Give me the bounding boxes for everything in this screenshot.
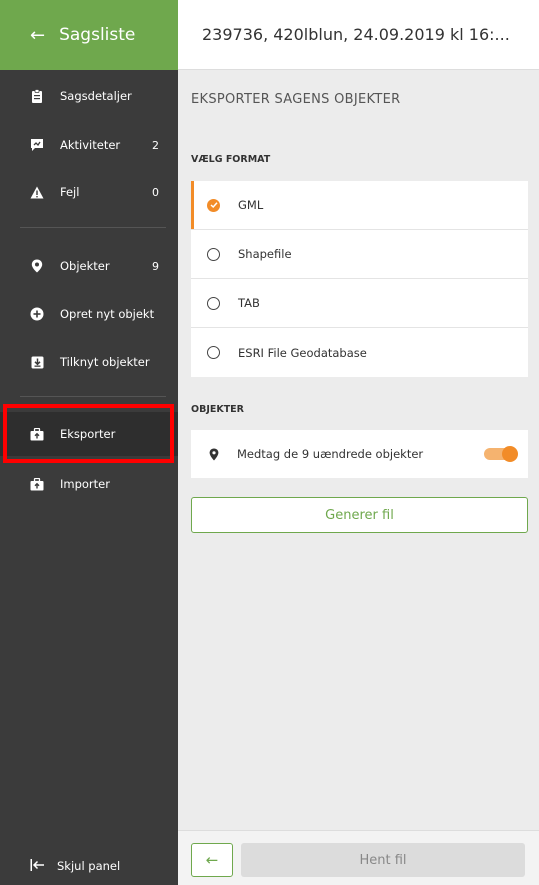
back-to-case-list[interactable]: ← Sagsliste <box>0 0 178 70</box>
map-pin-icon <box>30 259 44 273</box>
arrow-left-icon: ← <box>205 851 219 869</box>
fetch-file-button[interactable]: Hent fil <box>241 843 525 877</box>
sidebar-item-label: Sagsdetaljer <box>60 89 132 103</box>
download-box-icon <box>30 355 44 369</box>
case-title: 239736, 420lblun, 24.09.2019 kl 16:... <box>202 25 510 44</box>
format-option-label: Shapefile <box>238 247 292 261</box>
hide-panel-label: Skjul panel <box>57 859 121 873</box>
format-option-tab[interactable]: TAB <box>191 279 528 328</box>
generate-file-button[interactable]: Generer fil <box>191 497 528 533</box>
objects-count: 9 <box>152 259 159 273</box>
radio-icon[interactable] <box>207 346 220 359</box>
page-header: 239736, 420lblun, 24.09.2019 kl 16:... <box>178 0 539 70</box>
plus-circle-icon <box>30 307 44 321</box>
warning-icon <box>30 185 44 199</box>
format-list: GML Shapefile TAB ESRI File Geodatabase <box>191 181 528 377</box>
sidebar-divider <box>20 227 166 228</box>
arrow-left-icon: ← <box>30 24 46 46</box>
include-unchanged-objects-row: Medtag de 9 uændrede objekter <box>191 430 528 478</box>
sidebar-item-case-details[interactable]: Sagsdetaljer <box>0 74 178 118</box>
sidebar-item-label: Importer <box>60 477 110 491</box>
sidebar-item-label: Eksporter <box>60 427 116 441</box>
sidebar-item-export[interactable]: Eksporter <box>0 412 178 456</box>
format-option-label: TAB <box>238 296 260 310</box>
collapse-left-icon <box>30 857 45 875</box>
format-option-label: GML <box>238 198 264 212</box>
radio-icon[interactable] <box>207 296 220 310</box>
sidebar-item-import[interactable]: Importer <box>0 462 178 506</box>
sidebar-item-objects[interactable]: Objekter 9 <box>0 244 178 288</box>
sidebar-item-activities[interactable]: Aktiviteter 2 <box>0 123 178 167</box>
activity-icon <box>30 138 44 152</box>
back-button[interactable]: ← <box>191 843 233 877</box>
include-objects-label: Medtag de 9 uændrede objekter <box>237 447 424 461</box>
radio-icon[interactable] <box>207 247 220 261</box>
sidebar: ← Sagsliste Sagsdetaljer Aktiviteter 2 F… <box>0 0 178 885</box>
radio-checked-icon[interactable] <box>207 198 220 212</box>
format-option-esri-gdb[interactable]: ESRI File Geodatabase <box>191 328 528 377</box>
toggle-knob <box>502 446 518 462</box>
sidebar-item-label: Opret nyt objekt <box>60 307 155 321</box>
sidebar-item-label: Aktiviteter <box>60 138 121 152</box>
include-objects-toggle[interactable] <box>484 446 518 462</box>
export-icon <box>30 427 44 441</box>
sidebar-item-create-object[interactable]: Opret nyt objekt <box>0 292 178 336</box>
sidebar-item-attach-objects[interactable]: Tilknyt objekter <box>0 340 178 384</box>
format-section-label: VÆLG FORMAT <box>191 154 271 165</box>
map-pin-icon <box>209 448 219 461</box>
sidebar-item-label: Objekter <box>60 259 110 273</box>
objects-section-label: OBJEKTER <box>191 404 244 415</box>
import-icon <box>30 477 44 491</box>
back-label: Sagsliste <box>59 25 136 45</box>
hide-panel-button[interactable]: Skjul panel <box>30 857 120 875</box>
footer-bar: ← Hent fil <box>178 830 539 885</box>
sidebar-item-label: Fejl <box>60 185 80 199</box>
format-option-shapefile[interactable]: Shapefile <box>191 230 528 279</box>
format-option-gml[interactable]: GML <box>191 181 528 230</box>
format-option-label: ESRI File Geodatabase <box>238 345 367 360</box>
activities-count: 2 <box>152 138 159 152</box>
clipboard-icon <box>30 89 44 103</box>
sidebar-item-errors[interactable]: Fejl 0 <box>0 170 178 214</box>
sidebar-item-label: Tilknyt objekter <box>60 355 150 369</box>
sidebar-divider <box>20 396 166 397</box>
errors-count: 0 <box>152 185 159 199</box>
page-title: EKSPORTER SAGENS OBJEKTER <box>191 92 401 107</box>
